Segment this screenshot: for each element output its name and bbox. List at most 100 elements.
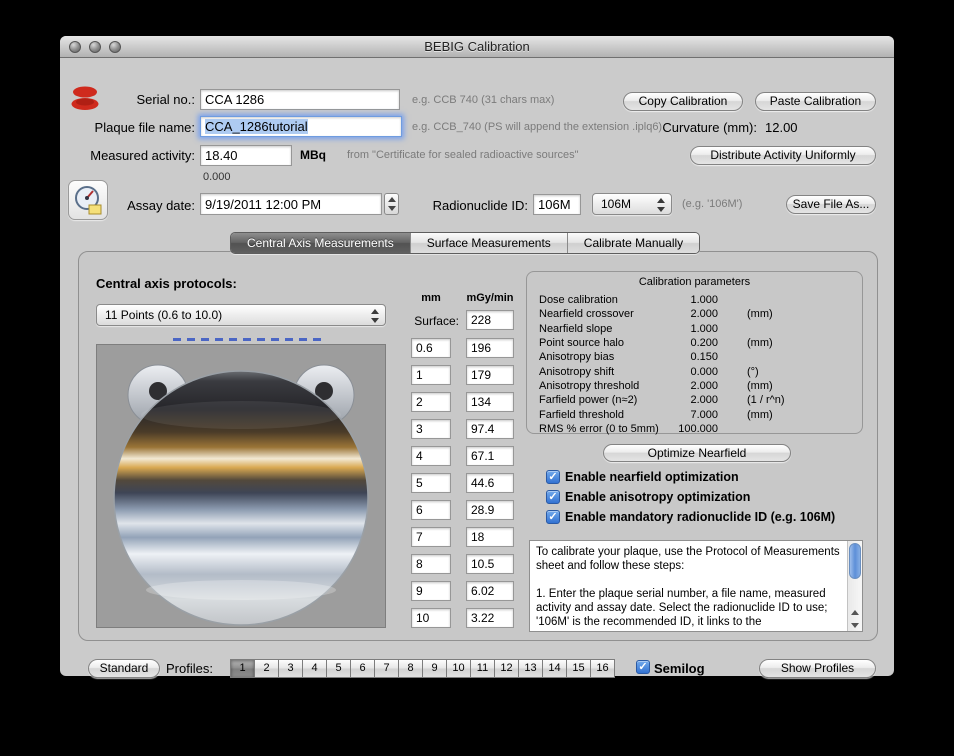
depth-input-5[interactable] bbox=[411, 473, 451, 493]
depth-input-9[interactable] bbox=[411, 581, 451, 601]
save-file-as-button[interactable]: Save File As... bbox=[786, 195, 876, 214]
show-profiles-button[interactable]: Show Profiles bbox=[759, 659, 876, 678]
col-header-dose: mGy/min bbox=[466, 292, 514, 304]
instructions-scrollbar[interactable] bbox=[847, 541, 862, 631]
profile-button-7[interactable]: 7 bbox=[374, 659, 399, 678]
profile-button-15[interactable]: 15 bbox=[566, 659, 591, 678]
tab-central-axis-measurements[interactable]: Central Axis Measurements bbox=[231, 233, 410, 253]
mandatory-radionuclide-checkbox[interactable] bbox=[546, 510, 560, 524]
depth-input-10[interactable] bbox=[411, 608, 451, 628]
activity-input[interactable] bbox=[200, 145, 292, 166]
param-row: Dose calibration 1.000 bbox=[539, 294, 718, 307]
profile-button-8[interactable]: 8 bbox=[398, 659, 423, 678]
profile-button-2[interactable]: 2 bbox=[254, 659, 279, 678]
assay-date-stepper[interactable] bbox=[384, 193, 399, 215]
optimize-nearfield-button[interactable]: Optimize Nearfield bbox=[603, 444, 791, 462]
profile-button-1[interactable]: 1 bbox=[230, 659, 255, 678]
activity-hint: from "Certificate for sealed radioactive… bbox=[347, 149, 579, 161]
scrollbar-arrows-icon[interactable] bbox=[851, 610, 860, 628]
profile-button-16[interactable]: 16 bbox=[590, 659, 615, 678]
dose-input-2[interactable] bbox=[466, 392, 514, 412]
profile-button-14[interactable]: 14 bbox=[542, 659, 567, 678]
profile-button-6[interactable]: 6 bbox=[350, 659, 375, 678]
surface-dose-input[interactable] bbox=[466, 310, 514, 330]
filename-input[interactable]: CCA_1286tutorial bbox=[200, 116, 402, 137]
depth-input-0[interactable] bbox=[411, 338, 451, 358]
tab-calibrate-manually[interactable]: Calibrate Manually bbox=[566, 233, 700, 253]
depth-input-4[interactable] bbox=[411, 446, 451, 466]
zoom-button[interactable] bbox=[109, 41, 121, 53]
dose-input-9[interactable] bbox=[466, 581, 514, 601]
measurement-points-markers bbox=[173, 338, 321, 341]
anisotropy-optimization-label: Enable anisotropy optimization bbox=[565, 490, 751, 504]
profiles-label: Profiles: bbox=[166, 661, 213, 676]
instructions-text: To calibrate your plaque, use the Protoc… bbox=[536, 546, 840, 628]
depth-input-6[interactable] bbox=[411, 500, 451, 520]
profiles-buttons: 1 2 3 4 5 6 7 8 9 10 11 12 13 14 15 16 bbox=[230, 659, 615, 678]
semilog-checkbox[interactable] bbox=[636, 660, 650, 674]
scrollbar-thumb[interactable] bbox=[849, 543, 861, 579]
central-axis-panel: Central axis protocols: 11 Points (0.6 t… bbox=[78, 251, 878, 641]
depth-input-1[interactable] bbox=[411, 365, 451, 385]
protocols-popup[interactable]: 11 Points (0.6 to 10.0) bbox=[96, 304, 386, 326]
app-window: BEBIG Calibration Serial no.: e.g. CCB 7… bbox=[60, 36, 894, 678]
distribute-activity-button[interactable]: Distribute Activity Uniformly bbox=[690, 146, 876, 165]
calibration-parameters-group: Calibration parameters Dose calibration 1… bbox=[526, 271, 863, 435]
profile-button-12[interactable]: 12 bbox=[494, 659, 519, 678]
profile-button-4[interactable]: 4 bbox=[302, 659, 327, 678]
paste-calibration-button[interactable]: Paste Calibration bbox=[755, 92, 876, 111]
param-row: Anisotropy threshold 2.000 (mm) bbox=[539, 379, 773, 392]
dose-input-10[interactable] bbox=[466, 608, 514, 628]
dose-input-7[interactable] bbox=[466, 527, 514, 547]
protocols-label: Central axis protocols: bbox=[96, 276, 237, 291]
profile-button-13[interactable]: 13 bbox=[518, 659, 543, 678]
serial-input[interactable] bbox=[200, 89, 400, 110]
curvature-value: 12.00 bbox=[765, 120, 798, 135]
profile-button-10[interactable]: 10 bbox=[446, 659, 471, 678]
dose-input-5[interactable] bbox=[466, 473, 514, 493]
anisotropy-optimization-checkbox[interactable] bbox=[546, 490, 560, 504]
param-row: Nearfield slope 1.000 bbox=[539, 322, 718, 335]
calibration-parameters-title: Calibration parameters bbox=[638, 276, 751, 288]
serial-hint: e.g. CCB 740 (31 chars max) bbox=[412, 94, 555, 106]
profile-button-11[interactable]: 11 bbox=[470, 659, 495, 678]
depth-input-3[interactable] bbox=[411, 419, 451, 439]
tab-surface-measurements[interactable]: Surface Measurements bbox=[409, 233, 567, 253]
semilog-label: Semilog bbox=[654, 661, 705, 676]
copy-calibration-button[interactable]: Copy Calibration bbox=[623, 92, 743, 111]
depth-input-2[interactable] bbox=[411, 392, 451, 412]
activity-secondary-value: 0.000 bbox=[203, 171, 231, 183]
param-row: Anisotropy bias 0.150 bbox=[539, 351, 718, 364]
assay-date-input[interactable] bbox=[200, 193, 382, 215]
close-button[interactable] bbox=[69, 41, 81, 53]
assay-date-label: Assay date: bbox=[127, 198, 195, 213]
minimize-button[interactable] bbox=[89, 41, 101, 53]
param-row: Farfield power (n≈2) 2.000 (1 / r^n) bbox=[539, 394, 785, 407]
mandatory-radionuclide-label: Enable mandatory radionuclide ID (e.g. 1… bbox=[565, 510, 836, 524]
dose-input-0[interactable] bbox=[466, 338, 514, 358]
filename-selected-text: CCA_1286tutorial bbox=[205, 119, 308, 134]
col-header-mm: mm bbox=[421, 292, 441, 304]
titlebar[interactable]: BEBIG Calibration bbox=[60, 36, 894, 58]
nearfield-optimization-checkbox[interactable] bbox=[546, 470, 560, 484]
radionuclide-hint: (e.g. '106M') bbox=[682, 198, 743, 210]
profile-button-5[interactable]: 5 bbox=[326, 659, 351, 678]
depth-input-8[interactable] bbox=[411, 554, 451, 574]
activity-unit-label: MBq bbox=[300, 148, 326, 162]
param-row: Farfield threshold 7.000 (mm) bbox=[539, 408, 773, 421]
popup-arrows-icon bbox=[371, 308, 380, 324]
param-row: Point source halo 0.200 (mm) bbox=[539, 337, 773, 350]
radionuclide-popup[interactable]: 106M bbox=[592, 193, 672, 215]
dose-input-8[interactable] bbox=[466, 554, 514, 574]
dose-input-1[interactable] bbox=[466, 365, 514, 385]
radionuclide-input[interactable] bbox=[533, 194, 581, 215]
dose-input-4[interactable] bbox=[466, 446, 514, 466]
curvature-label: Curvature (mm): bbox=[662, 120, 757, 135]
standard-button[interactable]: Standard bbox=[88, 659, 160, 678]
dose-input-6[interactable] bbox=[466, 500, 514, 520]
profile-button-3[interactable]: 3 bbox=[278, 659, 303, 678]
profile-button-9[interactable]: 9 bbox=[422, 659, 447, 678]
instructions-box: To calibrate your plaque, use the Protoc… bbox=[529, 540, 863, 632]
dose-input-3[interactable] bbox=[466, 419, 514, 439]
depth-input-7[interactable] bbox=[411, 527, 451, 547]
